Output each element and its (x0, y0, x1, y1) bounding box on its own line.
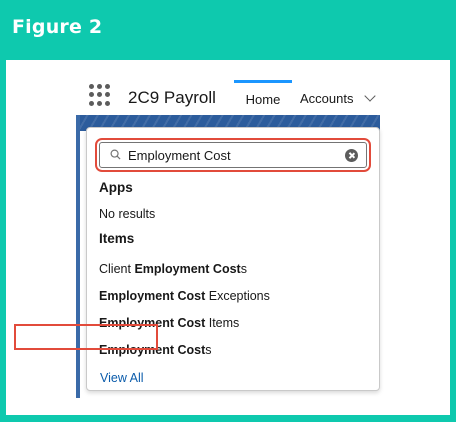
result-item-employment-cost-exceptions[interactable]: Employment Cost Exceptions (99, 289, 270, 303)
figure-body: 2C9 Payroll Home Accounts Apps No result… (6, 60, 450, 415)
items-heading: Items (99, 231, 135, 246)
figure-title: Figure 2 (12, 16, 103, 38)
clear-search-icon[interactable] (345, 149, 358, 162)
apps-heading: Apps (99, 180, 133, 195)
figure-header: Figure 2 (0, 0, 456, 60)
view-all-link[interactable]: View All (100, 371, 144, 385)
app-screenshot: 2C9 Payroll Home Accounts Apps No result… (6, 60, 450, 415)
result-item-client-employment-costs[interactable]: Client Employment Costs (99, 262, 247, 276)
highlight-annotation (14, 324, 158, 350)
search-icon (110, 149, 121, 160)
figure-frame: Figure 2 2C9 Payroll Home Accounts Emplo… (0, 0, 456, 422)
tab-home[interactable]: Home (234, 80, 292, 114)
search-dropdown: Apps No results Items Client Employment … (86, 127, 380, 391)
search-box[interactable] (95, 138, 371, 172)
page-banner-edge (76, 115, 80, 398)
search-input[interactable] (128, 146, 338, 164)
tab-accounts[interactable]: Accounts (300, 80, 372, 114)
app-launcher-icon[interactable] (89, 84, 111, 106)
apps-no-results: No results (99, 207, 156, 221)
app-name: 2C9 Payroll (128, 88, 216, 107)
